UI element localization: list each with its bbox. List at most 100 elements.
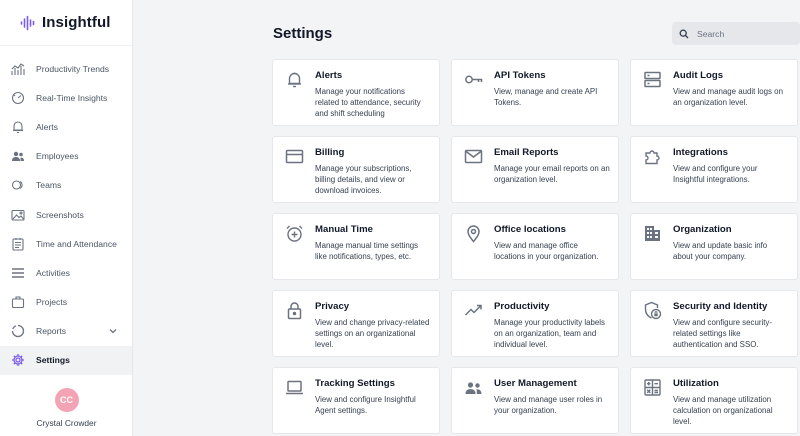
card-title: API Tokens [494, 70, 546, 81]
user-profile[interactable]: CC Crystal Crowder [0, 388, 133, 428]
user-roles-icon [464, 378, 483, 397]
sidebar-item-employees[interactable]: Employees [0, 142, 132, 171]
card-title: Productivity [494, 301, 550, 312]
card-title: Organization [673, 224, 732, 235]
sidebar-item-label: Projects [36, 297, 68, 308]
card-description: View and manage user roles in your organ… [494, 395, 603, 415]
user-name: Crystal Crowder [36, 418, 97, 428]
sidebar-item-label: Real-Time Insights [36, 92, 108, 103]
briefcase-icon [11, 296, 25, 309]
card-title: User Management [494, 378, 577, 389]
sidebar-item-time-and-attendance[interactable]: Time and Attendance [0, 229, 132, 258]
search-input[interactable] [697, 28, 797, 39]
trend-chart-icon [11, 62, 25, 75]
sidebar-item-real-time-insights[interactable]: Real-Time Insights [0, 83, 132, 112]
gauge-icon [11, 91, 25, 104]
settings-card-office-locations[interactable]: Office locations View and manage office … [451, 213, 619, 280]
card-description: View and manage audit logs on an organiz… [673, 87, 783, 107]
server-icon [643, 70, 662, 89]
sidebar-item-label: Settings [36, 355, 70, 366]
teams-icon [11, 180, 23, 190]
card-description: View and update basic info about your co… [673, 241, 768, 261]
list-icon [12, 268, 24, 278]
settings-card-user-management[interactable]: User Management View and manage user rol… [451, 367, 619, 434]
credit-card-icon [285, 147, 304, 166]
card-title: Billing [315, 147, 345, 158]
sidebar-item-label: Employees [36, 151, 79, 162]
card-description: Manage your subscriptions, billing detai… [315, 164, 412, 195]
sidebar-item-label: Time and Attendance [36, 238, 117, 249]
sidebar-nav: Productivity Trends Real-Time Insights A… [0, 54, 132, 376]
sidebar-item-productivity-trends[interactable]: Productivity Trends [0, 54, 132, 83]
settings-card-utilization[interactable]: Utilization View and manage utilization … [630, 367, 798, 434]
card-description: View, manage and create API Tokens. [494, 87, 598, 107]
card-description: View and manage utilization calculation … [673, 395, 773, 426]
card-description: View and configure security-related sett… [673, 318, 772, 349]
card-title: Email Reports [494, 147, 559, 158]
card-title: Integrations [673, 147, 728, 158]
page-title: Settings [273, 25, 333, 42]
sidebar-item-label: Teams [36, 180, 62, 191]
map-pin-icon [464, 224, 483, 243]
alarm-add-icon [285, 224, 304, 243]
building-icon [643, 224, 662, 243]
sidebar-item-reports[interactable]: Reports [0, 317, 132, 346]
sidebar-item-activities[interactable]: Activities [0, 258, 132, 287]
bell-icon [13, 121, 23, 134]
gear-icon [12, 354, 24, 367]
brand-name: Insightful [42, 14, 111, 31]
envelope-icon [464, 147, 483, 166]
shield-lock-icon [643, 301, 662, 320]
card-title: Alerts [315, 70, 343, 81]
settings-card-tracking-settings[interactable]: Tracking Settings View and configure Ins… [272, 367, 440, 434]
settings-card-organization[interactable]: Organization View and update basic info … [630, 213, 798, 280]
settings-card-productivity[interactable]: Productivity Manage your productivity la… [451, 290, 619, 357]
calendar-icon [12, 237, 24, 251]
insightful-logo-icon [20, 15, 35, 30]
card-description: View and change privacy-related settings… [315, 318, 430, 349]
card-description: Manage your email reports on an organiza… [494, 164, 610, 184]
sidebar-item-label: Screenshots [36, 209, 84, 220]
settings-card-audit-logs[interactable]: Audit Logs View and manage audit logs on… [630, 59, 798, 126]
settings-grid: Alerts Manage your notifications related… [272, 59, 798, 434]
settings-card-privacy[interactable]: Privacy View and change privacy-related … [272, 290, 440, 357]
sidebar-item-label: Productivity Trends [36, 63, 110, 74]
chevron-down-icon[interactable] [108, 326, 118, 336]
card-title: Security and Identity [673, 301, 768, 312]
trend-line-icon [464, 301, 483, 320]
sidebar-item-screenshots[interactable]: Screenshots [0, 200, 132, 229]
card-description: Manage your notifications related to att… [315, 87, 421, 118]
sidebar-item-teams[interactable]: Teams [0, 171, 132, 200]
sidebar-item-alerts[interactable]: Alerts [0, 112, 132, 141]
settings-card-manual-time[interactable]: Manual Time Manage manual time settings … [272, 213, 440, 280]
settings-card-api-tokens[interactable]: API Tokens View, manage and create API T… [451, 59, 619, 126]
card-title: Utilization [673, 378, 719, 389]
settings-card-integrations[interactable]: Integrations View and configure your Ins… [630, 136, 798, 203]
sidebar-item-label: Alerts [36, 121, 58, 132]
lock-icon [285, 301, 304, 320]
card-description: Manage manual time settings like notific… [315, 241, 419, 261]
card-description: View and manage office locations in your… [494, 241, 599, 261]
settings-card-alerts[interactable]: Alerts Manage your notifications related… [272, 59, 440, 126]
card-title: Audit Logs [673, 70, 724, 81]
bell-icon [285, 70, 304, 89]
sidebar-item-settings[interactable]: Settings [0, 345, 132, 376]
search-icon [679, 29, 689, 38]
pie-chart-icon [11, 325, 25, 338]
settings-card-email-reports[interactable]: Email Reports Manage your email reports … [451, 136, 619, 203]
search-box[interactable] [672, 22, 800, 45]
laptop-icon [285, 378, 304, 397]
settings-card-security-and-identity[interactable]: Security and Identity View and configure… [630, 290, 798, 357]
image-icon [11, 209, 25, 221]
puzzle-icon [643, 147, 662, 166]
sidebar-item-projects[interactable]: Projects [0, 288, 132, 317]
key-icon [464, 70, 483, 89]
settings-card-billing[interactable]: Billing Manage your subscriptions, billi… [272, 136, 440, 203]
card-title: Manual Time [315, 224, 373, 235]
card-description: View and configure Insightful Agent sett… [315, 395, 416, 415]
card-title: Tracking Settings [315, 378, 395, 389]
brand[interactable]: Insightful [0, 0, 132, 46]
sidebar-item-label: Reports [36, 326, 67, 337]
avatar[interactable]: CC [54, 388, 79, 412]
sidebar-item-label: Activities [36, 267, 70, 278]
